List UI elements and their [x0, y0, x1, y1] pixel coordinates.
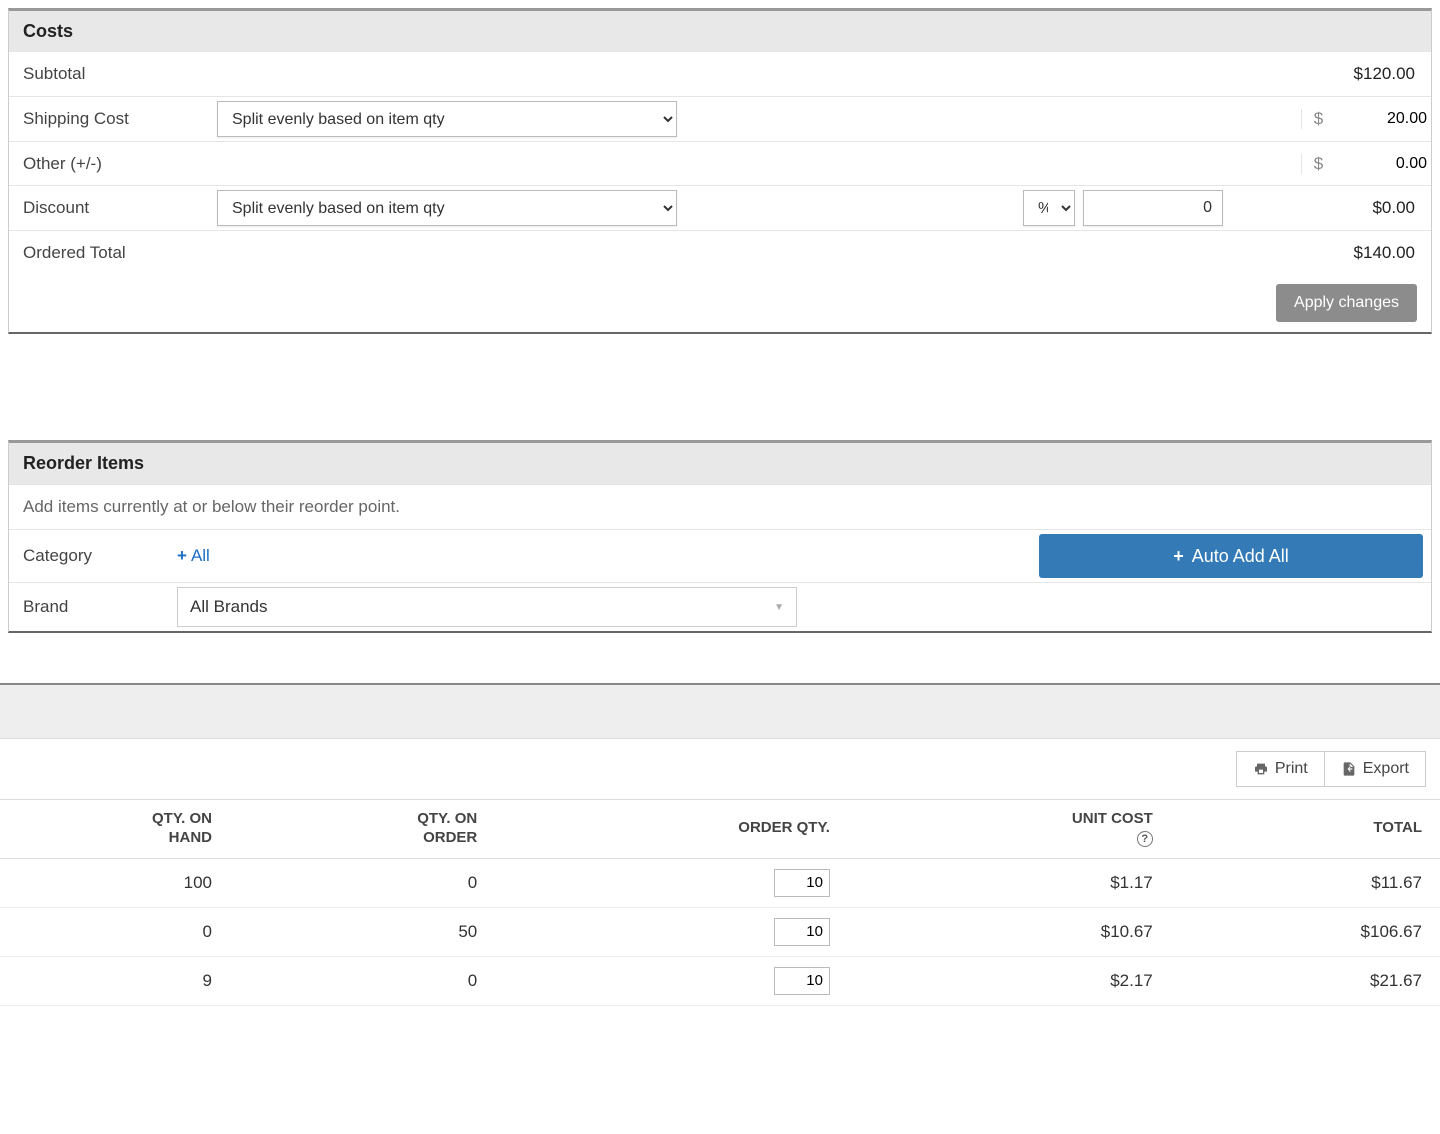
shipping-mode-select[interactable]: Split evenly based on item qty [217, 101, 677, 137]
print-label: Print [1275, 760, 1308, 778]
table-row: 90 $2.17$21.67 [0, 956, 1440, 1005]
table-row: 050 $10.67$106.67 [0, 907, 1440, 956]
export-label: Export [1363, 760, 1409, 778]
reorder-title: Reorder Items [9, 443, 1431, 484]
auto-add-all-button[interactable]: + Auto Add All [1039, 534, 1423, 578]
items-table: QTY. ON HAND QTY. ON ORDER ORDER QTY. UN… [0, 800, 1440, 1006]
other-currency: $ [1301, 154, 1335, 174]
costs-title: Costs [9, 11, 1431, 52]
order-qty-input[interactable] [774, 918, 830, 946]
apply-changes-button[interactable]: Apply changes [1276, 284, 1417, 322]
cell-on-hand: 100 [0, 858, 230, 907]
cell-on-order: 50 [230, 907, 495, 956]
col-on-hand: QTY. ON HAND [0, 800, 230, 858]
shipping-amount-input[interactable] [1335, 110, 1431, 128]
cell-on-order: 0 [230, 956, 495, 1005]
brand-label: Brand [9, 597, 169, 617]
plus-icon: + [177, 546, 187, 566]
discount-value-input[interactable] [1083, 190, 1223, 226]
cell-on-hand: 0 [0, 907, 230, 956]
discount-label: Discount [9, 188, 209, 228]
table-toolbar: Print Export [0, 739, 1440, 800]
table-row: 1000 $1.17$11.67 [0, 858, 1440, 907]
order-qty-input[interactable] [774, 869, 830, 897]
subtotal-label: Subtotal [9, 54, 209, 94]
cell-unit-cost: $10.67 [848, 907, 1171, 956]
subtotal-value: $120.00 [1301, 54, 1431, 94]
ordered-total-label: Ordered Total [9, 233, 209, 273]
discount-unit-select[interactable]: % [1023, 190, 1075, 226]
cell-unit-cost: $1.17 [848, 858, 1171, 907]
col-order-qty: ORDER QTY. [495, 800, 848, 858]
print-button[interactable]: Print [1236, 751, 1325, 787]
other-amount-input[interactable] [1335, 155, 1431, 173]
cell-on-hand: 9 [0, 956, 230, 1005]
cell-total: $106.67 [1171, 907, 1440, 956]
category-all-link[interactable]: + All [177, 546, 210, 566]
order-qty-input[interactable] [774, 967, 830, 995]
costs-panel: Costs Subtotal $120.00 Shipping Cost Spl… [8, 8, 1432, 334]
category-value: All [191, 546, 210, 566]
brand-value: All Brands [190, 597, 267, 617]
col-total: TOTAL [1171, 800, 1440, 858]
category-row: Category + All + Auto Add All [9, 529, 1431, 582]
category-label: Category [9, 546, 169, 566]
reorder-subtext: Add items currently at or below their re… [9, 484, 1431, 529]
chevron-down-icon: ▼ [774, 602, 784, 613]
export-icon [1341, 761, 1357, 777]
help-icon[interactable]: ? [1137, 831, 1153, 847]
cell-order-qty [495, 858, 848, 907]
col-unit-cost: UNIT COST ? [848, 800, 1171, 858]
discount-total: $0.00 [1231, 188, 1431, 228]
plus-icon: + [1173, 546, 1184, 567]
reorder-panel: Reorder Items Add items currently at or … [8, 440, 1432, 633]
cell-order-qty [495, 956, 848, 1005]
col-on-order: QTY. ON ORDER [230, 800, 495, 858]
cell-unit-cost: $2.17 [848, 956, 1171, 1005]
cell-on-order: 0 [230, 858, 495, 907]
export-button[interactable]: Export [1325, 751, 1426, 787]
brand-row: Brand All Brands ▼ [9, 582, 1431, 631]
cell-order-qty [495, 907, 848, 956]
items-zone: Print Export QTY. ON HAND QTY. ON ORDER … [0, 683, 1440, 1006]
discount-row: Discount Split evenly based on item qty … [9, 185, 1431, 230]
table-header-band [0, 683, 1440, 739]
shipping-currency: $ [1301, 109, 1335, 129]
discount-mode-select[interactable]: Split evenly based on item qty [217, 190, 677, 226]
other-label: Other (+/-) [9, 144, 209, 184]
other-row: Other (+/-) $ [9, 141, 1431, 185]
cell-total: $21.67 [1171, 956, 1440, 1005]
cell-total: $11.67 [1171, 858, 1440, 907]
print-icon [1253, 761, 1269, 777]
auto-add-all-label: Auto Add All [1192, 546, 1289, 567]
ordered-total-value: $140.00 [1301, 233, 1431, 273]
brand-select[interactable]: All Brands ▼ [177, 587, 797, 627]
subtotal-row: Subtotal $120.00 [9, 52, 1431, 96]
ordered-total-row: Ordered Total $140.00 [9, 230, 1431, 274]
shipping-row: Shipping Cost Split evenly based on item… [9, 96, 1431, 141]
shipping-label: Shipping Cost [9, 99, 209, 139]
